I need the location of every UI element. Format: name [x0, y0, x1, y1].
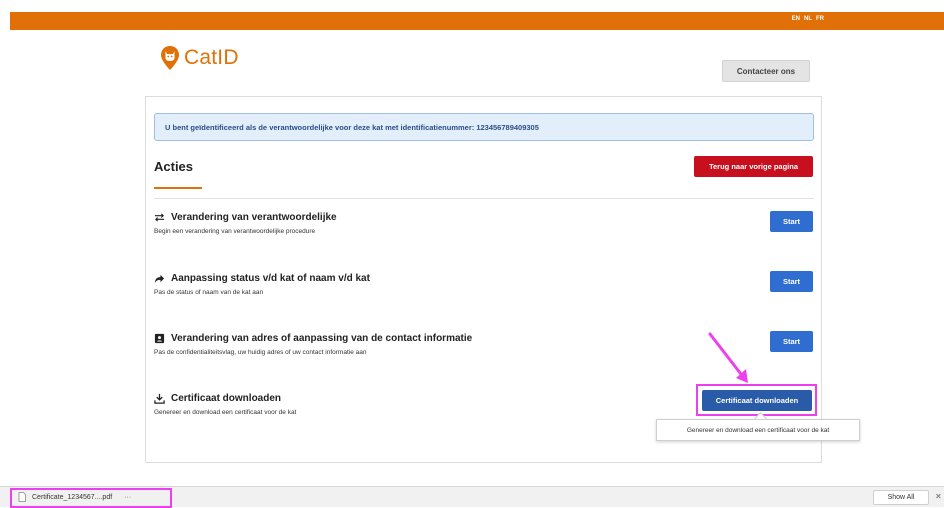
action-change-address: Verandering van adres of aanpassing van … — [154, 333, 472, 356]
divider — [154, 198, 814, 199]
language-switcher: EN NL FR — [792, 16, 824, 22]
action-change-status: Aanpassing status v/d kat of naam v/d ka… — [154, 273, 370, 296]
action-title: Aanpassing status v/d kat of naam v/d ka… — [171, 273, 370, 284]
back-button[interactable]: Terug naar vorige pagina — [694, 156, 813, 177]
contact-button[interactable]: Contacteer ons — [722, 60, 810, 82]
section-title: Acties — [154, 159, 194, 174]
tooltip: Genereer en download een certificaat voo… — [656, 419, 860, 441]
lang-fr[interactable]: FR — [816, 16, 824, 22]
action-description: Genereer en download een certificaat voo… — [154, 409, 297, 416]
action-description: Pas de confidentialiteitsvlag, uw huidig… — [154, 349, 367, 356]
start-button-change-address[interactable]: Start — [770, 331, 813, 352]
contact-card-icon — [154, 333, 165, 344]
action-download-certificate: Certificaat downloaden Genereer en downl… — [154, 393, 296, 416]
action-description: Pas de status of naam van de kat aan — [154, 289, 264, 296]
catid-logo[interactable]: CatID — [160, 45, 239, 71]
browser-download-bar: Certificate_1234567....pdf ··· Show All … — [0, 486, 944, 508]
download-highlight-frame — [10, 488, 172, 508]
start-button-change-status[interactable]: Start — [770, 271, 813, 292]
download-icon — [154, 393, 165, 404]
share-arrow-icon — [154, 274, 165, 284]
action-description: Begin een verandering van verantwoordeli… — [154, 228, 316, 235]
action-title: Verandering van adres of aanpassing van … — [171, 333, 473, 344]
action-title: Certificaat downloaden — [171, 393, 282, 404]
show-all-button[interactable]: Show All — [873, 490, 929, 505]
identification-alert: U bent geïdentificeerd als de verantwoor… — [154, 113, 814, 141]
brand-name: CatID — [184, 46, 239, 69]
lang-en[interactable]: EN — [792, 16, 800, 22]
top-banner: EN NL FR — [10, 12, 944, 30]
swap-arrows-icon — [154, 213, 165, 222]
title-underline — [154, 187, 202, 189]
close-icon[interactable]: ✕ — [935, 492, 942, 501]
lang-nl[interactable]: NL — [804, 16, 812, 22]
cat-pin-icon — [161, 46, 179, 70]
action-title: Verandering van verantwoordelijke — [171, 212, 337, 223]
download-certificate-button[interactable]: Certificaat downloaden — [702, 390, 812, 411]
annotation-arrow-icon — [708, 332, 748, 383]
action-change-responsible: Verandering van verantwoordelijke Begin … — [154, 212, 337, 235]
start-button-change-responsible[interactable]: Start — [770, 211, 813, 232]
